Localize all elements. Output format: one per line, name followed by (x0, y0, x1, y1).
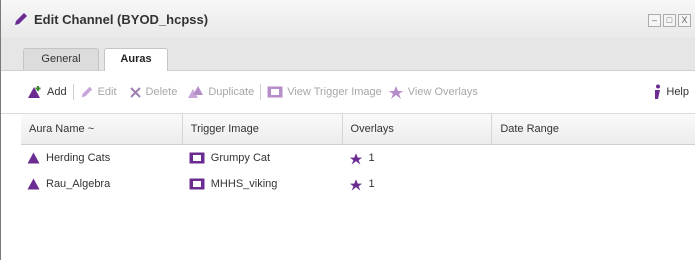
toolbar: Add Edit Delete Duplicate View Trigger I… (1, 71, 695, 114)
column-header-trigger-image[interactable]: Trigger Image (183, 114, 343, 144)
pencil-icon (81, 86, 92, 98)
column-header-overlays[interactable]: Overlays (343, 114, 493, 144)
grid-body: Herding Cats Grumpy Cat 1 Rau_Algebra MH… (21, 145, 695, 197)
window-title: Edit Channel (BYOD_hcpss) (34, 11, 209, 27)
grid-header: Aura Name ~ Trigger Image Overlays Date … (21, 114, 695, 145)
help-label: Help (666, 86, 689, 98)
edit-button[interactable]: Edit (80, 85, 117, 99)
tab-auras[interactable]: Auras (104, 48, 168, 71)
close-button[interactable]: X (678, 14, 691, 27)
title-bar[interactable]: Edit Channel (BYOD_hcpss) – □ X (1, 0, 695, 38)
overlays-count: 1 (368, 178, 375, 190)
aura-name-cell: Herding Cats (21, 152, 183, 164)
aura-name: Rau_Algebra (46, 178, 111, 190)
duplicate-label: Duplicate (208, 86, 255, 98)
duplicate-button[interactable]: Duplicate (187, 85, 254, 99)
edit-channel-dialog: Edit Channel (BYOD_hcpss) – □ X General … (0, 0, 695, 260)
image-icon (189, 152, 205, 164)
maximize-button[interactable]: □ (663, 14, 676, 27)
overlays-icon (349, 178, 362, 191)
view-overlays-button[interactable]: View Overlays (388, 85, 478, 99)
aura-name: Herding Cats (46, 152, 111, 164)
aura-name-cell: Rau_Algebra (21, 178, 183, 190)
overlays-cell: 1 (343, 152, 493, 165)
help-button[interactable]: Help (652, 84, 689, 100)
view-overlays-label: View Overlays (407, 86, 478, 98)
minimize-button[interactable]: – (648, 14, 661, 27)
info-icon (655, 84, 661, 99)
image-icon (267, 86, 283, 98)
window-controls: – □ X (648, 14, 691, 27)
image-icon (189, 178, 205, 190)
overlays-icon (349, 152, 362, 165)
trigger-image-cell: MHHS_viking (183, 178, 343, 190)
table-row[interactable]: Rau_Algebra MHHS_viking 1 (21, 171, 695, 197)
view-trigger-image-button[interactable]: View Trigger Image (267, 86, 382, 98)
delete-button[interactable]: Delete (129, 86, 178, 99)
overlays-count: 1 (368, 152, 375, 164)
view-trigger-image-label: View Trigger Image (287, 86, 382, 98)
pencil-icon (15, 13, 27, 25)
aura-icon (27, 178, 40, 190)
aura-icon (27, 152, 40, 164)
add-button[interactable]: Add (27, 85, 67, 99)
add-label: Add (47, 86, 67, 98)
add-aura-icon (28, 86, 41, 98)
column-header-aura-name[interactable]: Aura Name ~ (21, 114, 183, 144)
overlays-cell: 1 (343, 178, 493, 191)
edit-label: Edit (97, 86, 117, 98)
tab-bar: General Auras (1, 38, 695, 71)
table-row[interactable]: Herding Cats Grumpy Cat 1 (21, 145, 695, 171)
tab-general[interactable]: General (23, 48, 99, 70)
toolbar-divider (72, 84, 74, 100)
delete-label: Delete (145, 86, 178, 98)
delete-x-icon (129, 86, 141, 98)
duplicate-icon (188, 86, 204, 98)
column-header-date-range[interactable]: Date Range (492, 114, 695, 144)
trigger-image-name: MHHS_viking (210, 178, 278, 190)
trigger-image-cell: Grumpy Cat (183, 152, 343, 164)
trigger-image-name: Grumpy Cat (210, 152, 271, 164)
toolbar-divider (260, 84, 262, 100)
overlays-icon (388, 86, 403, 99)
